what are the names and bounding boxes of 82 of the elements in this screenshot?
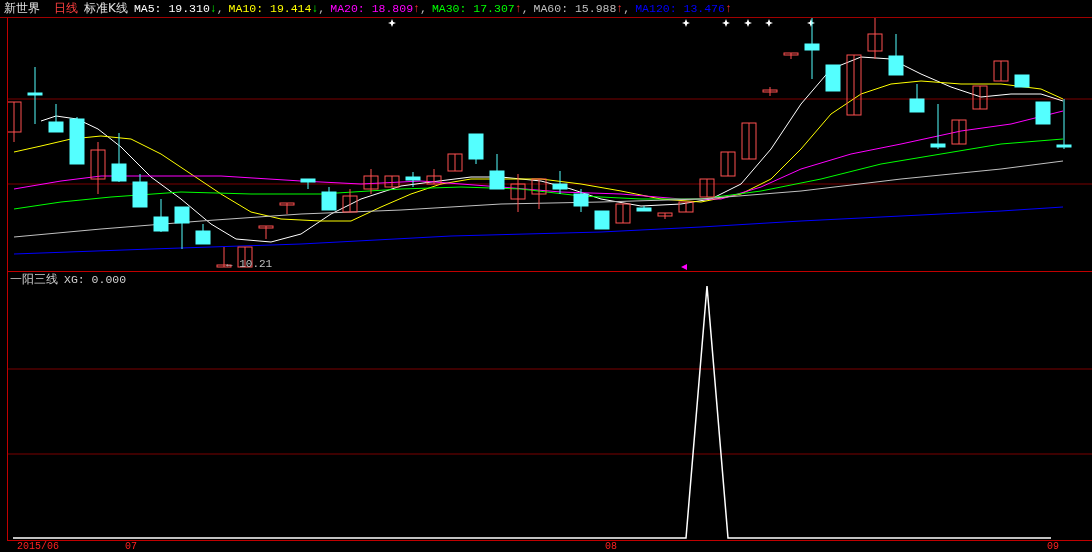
candlestick — [300, 178, 316, 190]
candlestick — [363, 168, 379, 195]
star-marker-icon — [682, 19, 690, 27]
candlestick — [657, 212, 673, 220]
candlestick — [69, 116, 85, 165]
date-axis-label: 07 — [125, 541, 137, 552]
candlestick — [804, 18, 820, 80]
candlestick — [174, 206, 190, 250]
candlestick — [468, 133, 484, 165]
candlestick — [762, 86, 778, 97]
star-marker-icon — [807, 19, 815, 27]
star-marker-icon — [722, 19, 730, 27]
period-label[interactable]: 日线 — [54, 0, 78, 17]
candlestick — [573, 188, 589, 213]
candlestick — [279, 202, 295, 215]
candlestick — [8, 101, 22, 143]
star-marker-icon — [388, 19, 396, 27]
star-marker-icon — [744, 19, 752, 27]
trend-arrow: ↑ — [413, 2, 420, 15]
candlestick — [132, 173, 148, 208]
date-axis-label: 2015/06 — [17, 541, 59, 552]
candlestick — [90, 141, 106, 195]
candlestick — [489, 153, 505, 190]
chart-type-label: 标准K线 — [84, 0, 128, 17]
candlestick — [909, 83, 925, 113]
trend-arrow: ↓ — [209, 2, 217, 15]
candlestick — [1014, 74, 1030, 88]
trend-arrow: ↑ — [514, 2, 522, 15]
indicator-reading: XG: 0.000 — [64, 272, 127, 286]
ma-reading: MA5: 19.310 — [133, 2, 210, 15]
candlestick — [447, 153, 463, 172]
separator: , — [521, 2, 529, 15]
candlestick — [48, 103, 64, 133]
candlestick — [972, 85, 988, 110]
trend-arrow: ↑ — [724, 2, 732, 15]
candlestick — [321, 186, 337, 211]
date-axis-label: 08 — [605, 541, 617, 552]
candlestick — [678, 201, 694, 213]
candlestick — [951, 119, 967, 145]
candlestick — [384, 175, 400, 188]
candlestick — [867, 18, 883, 60]
candlestick — [741, 122, 757, 160]
separator: , — [318, 2, 326, 15]
separator: , — [623, 2, 631, 15]
candlestick — [342, 188, 358, 213]
candlestick — [825, 64, 841, 92]
candlestick — [405, 171, 421, 188]
candlestick — [699, 178, 715, 198]
candlestick — [783, 52, 799, 60]
candlestick — [27, 66, 43, 125]
candlestick — [426, 168, 442, 185]
candlestick — [993, 60, 1009, 82]
ma-reading: MA60: 15.988 — [533, 2, 617, 15]
ma-reading: MA10: 19.414 — [228, 2, 312, 15]
candlestick — [153, 198, 169, 233]
candlestick — [636, 205, 652, 212]
star-marker-icon — [765, 19, 773, 27]
candlestick — [1035, 101, 1051, 125]
candlestick — [510, 173, 526, 213]
candlestick — [552, 170, 568, 195]
candlestick — [531, 178, 547, 210]
candlestick — [888, 33, 904, 76]
separator: , — [420, 2, 427, 15]
candlestick — [930, 103, 946, 150]
indicator-name: 一阳三线 — [10, 270, 58, 288]
candlestick — [1056, 98, 1072, 150]
trend-arrow: ↑ — [616, 2, 624, 15]
ma-reading: MA20: 18.809 — [330, 2, 414, 15]
separator: , — [216, 2, 224, 15]
stock-name: 新世界 — [4, 0, 40, 17]
candlestick — [594, 210, 610, 230]
trend-arrow: ↓ — [311, 2, 319, 15]
candlestick — [111, 132, 127, 183]
date-axis-label: 09 — [1047, 541, 1059, 552]
candlestick — [720, 151, 736, 177]
ma-reading: MA30: 17.307 — [431, 2, 515, 15]
ma-reading: MA120: 13.476 — [635, 2, 725, 15]
candlestick — [195, 223, 211, 245]
triangle-marker-icon — [681, 264, 687, 270]
candlestick — [258, 225, 274, 240]
candlestick — [615, 203, 631, 224]
candlestick — [846, 54, 862, 116]
